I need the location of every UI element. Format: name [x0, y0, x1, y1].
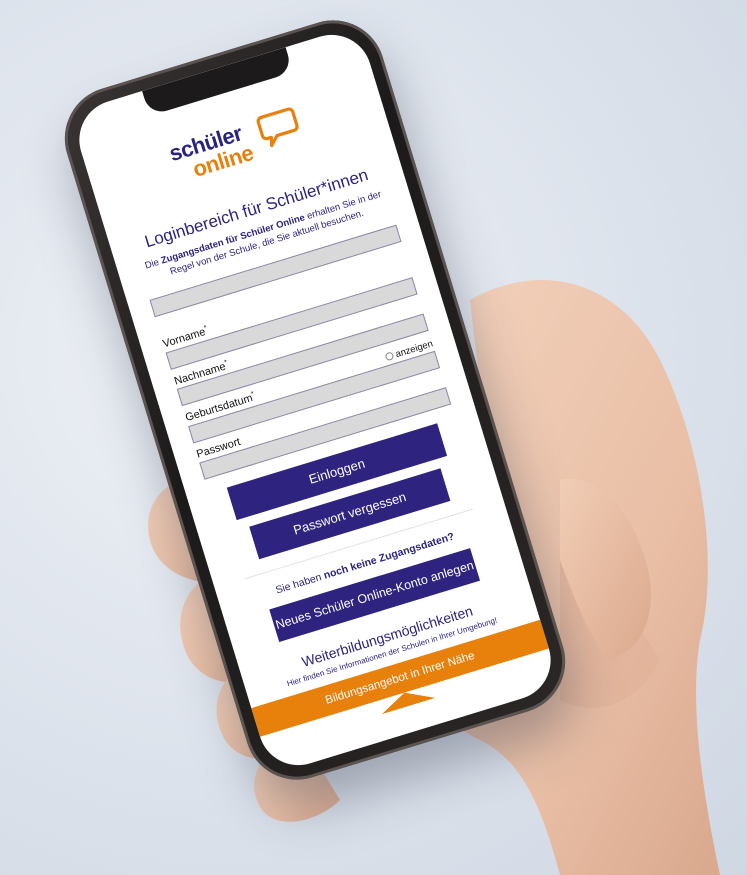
speech-bubble-icon — [256, 107, 299, 148]
scene: schüler online Loginbereich für Schüler*… — [0, 0, 747, 875]
no-account-prefix: Sie haben — [274, 570, 326, 597]
required-mark: * — [203, 324, 208, 333]
schueler-online-logo[interactable]: schüler online — [157, 95, 317, 192]
show-password-radio[interactable] — [385, 351, 396, 362]
required-mark: * — [223, 358, 229, 367]
